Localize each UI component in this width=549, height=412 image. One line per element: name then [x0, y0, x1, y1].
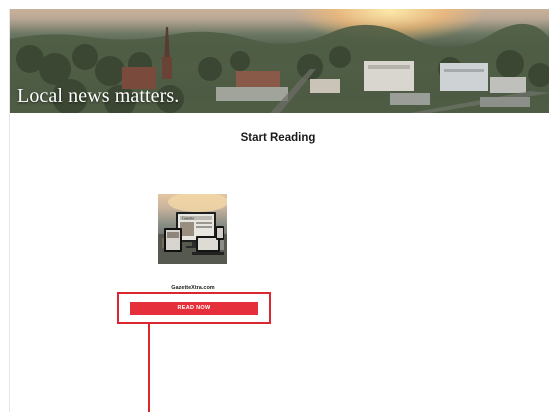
- annotation-highlight-box: [117, 292, 271, 324]
- product-name: GazetteXtra.com: [171, 285, 215, 291]
- section-title: Start Reading: [240, 132, 316, 144]
- product-thumbnail[interactable]: Gazette: [158, 194, 227, 264]
- masthead-text: Gazette: [182, 216, 194, 221]
- page: Local news matters. Start Reading Gazett…: [9, 9, 549, 412]
- annotation-pointer-line: [148, 324, 150, 412]
- devices-illustration: Gazette: [158, 194, 227, 264]
- hero-banner: Local news matters.: [10, 9, 549, 113]
- hero-caption: Local news matters.: [17, 85, 180, 107]
